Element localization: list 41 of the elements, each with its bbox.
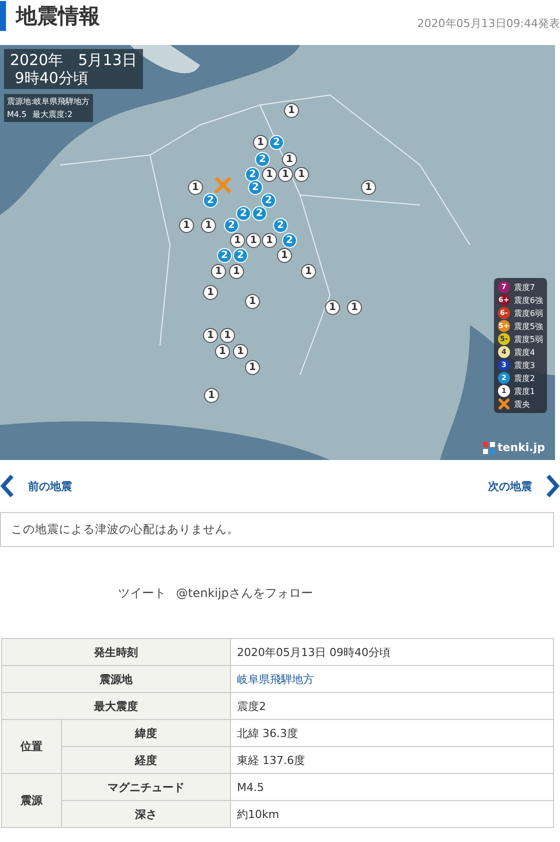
row-value: 震度2: [230, 692, 554, 720]
row-value: 東経 137.6度: [230, 746, 554, 774]
group-header: 位置: [2, 720, 62, 774]
group-header: 震源: [2, 774, 62, 828]
row-header: 緯度: [62, 720, 230, 746]
row-header: 発生時刻: [2, 638, 230, 666]
legend-label: 震度5弱: [514, 334, 543, 344]
row-value: 2020年05月13日 09時40分頃: [230, 638, 554, 666]
row-header: 深さ: [62, 800, 230, 828]
epicenter-link[interactable]: 岐阜県飛騨地方: [237, 672, 314, 686]
row-value: 北緯 36.3度: [230, 720, 554, 746]
legend-label: 震央: [514, 398, 530, 410]
chevron-left-icon: [0, 474, 14, 498]
quake-summary: 震源地:岐阜県飛騨地方 M4.5 最大震度:2: [4, 94, 93, 122]
row-header: 経度: [62, 746, 230, 774]
legend-label: 震度4: [514, 346, 535, 358]
tsunami-notice: この地震による津波の心配はありません。: [0, 512, 554, 547]
chevron-right-icon: [546, 474, 560, 498]
date-time-label: 2020年 5月13日 9時40分頃: [4, 49, 143, 89]
next-quake-link[interactable]: 次の地震: [488, 474, 560, 498]
row-value: M4.5: [230, 774, 554, 800]
epicenter-cross-icon: [214, 176, 232, 194]
logo-text: tenki.jp: [498, 441, 545, 454]
legend-label: 震度5強: [514, 320, 543, 332]
title-accent-bar: [0, 0, 6, 30]
legend-label: 震度3: [514, 360, 535, 370]
published-time: 2020年05月13日09:44発表: [417, 16, 560, 31]
row-value: 約10km: [230, 800, 554, 828]
page-title: 地震情報: [16, 2, 100, 30]
logo-icon: [482, 442, 495, 454]
legend-label: 震度7: [514, 282, 535, 292]
row-header: 最大震度: [2, 692, 230, 720]
row-header: 震源地: [2, 666, 230, 692]
follow-button[interactable]: @tenkijpさんをフォロー: [176, 584, 313, 602]
legend-label: 震度6強: [514, 294, 543, 306]
tweet-button[interactable]: ツイート: [118, 584, 166, 602]
previous-quake-link[interactable]: 前の地震: [0, 474, 72, 498]
legend-label: 震度2: [514, 372, 535, 384]
row-header: マグニチュード: [62, 774, 230, 800]
legend-label: 震度1: [514, 386, 535, 396]
legend-label: 震度6弱: [514, 308, 543, 318]
